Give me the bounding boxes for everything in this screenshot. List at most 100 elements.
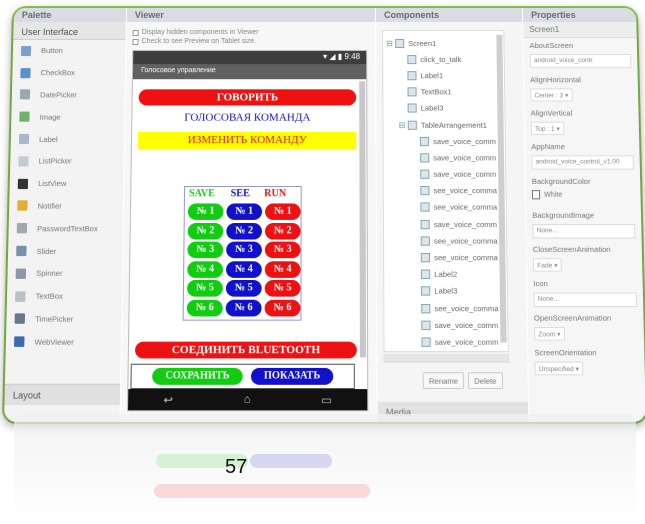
change-command-button[interactable]: ИЗМЕНИТЬ КОМАНДУ	[137, 131, 357, 150]
run-command-button-6[interactable]: № 6	[264, 299, 301, 317]
viewer-header: Viewer	[126, 8, 376, 22]
tree-node-label: save_voice_comm	[433, 153, 497, 163]
tree-node[interactable]: save_voice_comm	[387, 166, 506, 183]
palette-item-passwordtextbox[interactable]: PasswordTextBox	[8, 217, 122, 239]
wifi-icon: ▾	[323, 52, 328, 62]
save-command-button-2[interactable]: № 2	[187, 222, 224, 240]
palette-item-webviewer[interactable]: WebViewer	[6, 330, 121, 353]
palette-item-timepicker[interactable]: TimePicker	[6, 308, 121, 331]
property-value-field[interactable]: android_voice_contr	[529, 54, 632, 69]
recents-icon[interactable]: ▭	[321, 393, 332, 407]
run-command-button-2[interactable]: № 2	[264, 222, 301, 240]
tree-node-label: see_voice_comma	[434, 253, 498, 263]
palette-section-layout[interactable]: Layout	[4, 383, 121, 405]
tree-node[interactable]: Label1	[386, 68, 504, 84]
palette-item-notifier[interactable]: Notifier	[9, 195, 123, 217]
save-command-button-1[interactable]: № 1	[187, 203, 224, 220]
back-icon[interactable]: ↩	[163, 393, 173, 407]
palette-list: Button CheckBox DatePicker Image Label ListPi…	[6, 40, 126, 353]
checkbox-icon[interactable]	[132, 29, 139, 36]
property-color-picker[interactable]: White	[531, 190, 635, 200]
palette-item-spinner[interactable]: Spinner	[7, 262, 122, 285]
palette-item-checkbox[interactable]: CheckBox	[12, 62, 125, 84]
see-command-button-1[interactable]: № 1	[226, 203, 263, 220]
tree-node[interactable]: Label3	[387, 283, 507, 300]
property-dropdown[interactable]: Fade ▾	[532, 258, 562, 272]
save-command-button-6[interactable]: № 6	[186, 299, 223, 317]
property-dropdown[interactable]: Center : 3 ▾	[530, 88, 573, 102]
save-command-button-5[interactable]: № 5	[186, 280, 223, 298]
tree-node[interactable]: click_to_talk	[386, 51, 504, 67]
rename-button[interactable]: Rename	[422, 372, 465, 390]
component-icon	[419, 136, 430, 146]
delete-button[interactable]: Delete	[467, 372, 503, 390]
see-command-button-4[interactable]: № 4	[225, 261, 262, 278]
palette-item-textbox[interactable]: TextBox	[7, 285, 122, 308]
property-dropdown[interactable]: Zoom ▾	[534, 326, 565, 341]
property-value-field[interactable]: None...	[533, 292, 638, 308]
see-command-button-5[interactable]: № 5	[225, 280, 262, 298]
property-aboutscreen: AboutScreen android_voice_contr	[523, 38, 637, 72]
tree-node[interactable]: see_voice_comma	[387, 300, 507, 317]
palette-section-user-interface[interactable]: User Interface	[13, 21, 126, 41]
tree-toggle-icon[interactable]: ⊟	[386, 39, 395, 48]
tree-node-label: see_voice_comma	[433, 202, 498, 213]
viewer-scrollbar[interactable]	[359, 81, 367, 358]
hidden-components-checkbox[interactable]: Display hidden components in Viewer	[127, 28, 376, 37]
show-button[interactable]: ПОКАЗАТЬ	[250, 367, 334, 385]
tree-node[interactable]: save_voice_comm	[388, 334, 508, 351]
tree-node[interactable]: see_voice_comma	[387, 233, 506, 250]
tree-node[interactable]: save_voice_comm	[387, 133, 505, 149]
see-command-button-6[interactable]: № 6	[225, 299, 262, 317]
save-button[interactable]: СОХРАНИТЬ	[152, 367, 243, 385]
palette-item-listview[interactable]: ListView	[9, 172, 123, 194]
palette-item-label: CheckBox	[40, 68, 76, 78]
run-command-button-3[interactable]: № 3	[264, 241, 301, 259]
save-command-button-4[interactable]: № 4	[187, 261, 224, 278]
property-appname: AppName android_voice_control_v1.00	[525, 139, 640, 174]
property-value-field[interactable]: android_voice_control_v1.00	[531, 155, 634, 170]
tree-node[interactable]: Label3	[386, 100, 504, 116]
component-icon	[407, 87, 417, 97]
component-icon	[420, 219, 430, 229]
property-name: AlignVertical	[530, 108, 573, 118]
tree-node[interactable]: ⊟ Screen1	[386, 35, 503, 51]
property-dropdown[interactable]: Top : 1 ▾	[530, 121, 564, 135]
palette-item-image[interactable]: Image	[11, 106, 124, 128]
tree-toggle-icon[interactable]: ⊟	[399, 120, 408, 129]
palette-item-label[interactable]: Label	[11, 128, 125, 150]
palette-item-label: ListPicker	[38, 156, 72, 166]
tablet-preview-checkbox[interactable]: Check to see Preview on Tablet size.	[126, 37, 375, 46]
palette-item-button[interactable]: Button	[13, 40, 126, 62]
tree-node[interactable]: save_voice_comm	[387, 150, 506, 167]
run-command-button-4[interactable]: № 4	[264, 261, 301, 278]
home-icon[interactable]: ⌂	[244, 393, 251, 406]
connect-bluetooth-button[interactable]: СОЕДИНИТЬ BLUETOOTH	[134, 341, 357, 359]
property-dropdown[interactable]: Unspecified ▾	[534, 361, 584, 376]
tree-node[interactable]: TextBox1	[386, 84, 504, 100]
see-command-button-2[interactable]: № 2	[226, 222, 262, 240]
palette-item-slider[interactable]: Slider	[8, 240, 123, 263]
tree-node[interactable]: see_voice_comma	[387, 249, 506, 266]
run-command-button-5[interactable]: № 5	[264, 280, 301, 298]
see-command-button-3[interactable]: № 3	[226, 241, 262, 259]
save-command-button-3[interactable]: № 3	[187, 241, 224, 259]
run-command-button-1[interactable]: № 1	[265, 203, 301, 220]
palette-item-listpicker[interactable]: ListPicker	[10, 150, 124, 172]
property-alignhorizontal: AlignHorizontal Center : 3 ▾	[524, 72, 638, 105]
tree-node[interactable]: see_voice_comma	[387, 199, 506, 216]
tree-node[interactable]: see_voice_comma	[387, 183, 506, 200]
timepicker-icon	[14, 313, 26, 325]
tree-node[interactable]: save_voice_comm	[387, 317, 507, 334]
speak-button[interactable]: ГОВОРИТЬ	[138, 89, 357, 106]
tree-node[interactable]: Label2	[387, 266, 507, 283]
property-value-field[interactable]: None...	[532, 224, 636, 239]
tree-node-label: save_voice_comm	[434, 337, 499, 347]
tree-horizontal-scrollbar[interactable]	[383, 354, 509, 363]
button-icon	[20, 45, 32, 56]
palette-item-datepicker[interactable]: DatePicker	[12, 84, 125, 106]
tree-node[interactable]: ⊟ TableArrangement1	[387, 117, 505, 133]
checkbox-icon[interactable]	[132, 38, 139, 45]
phone-preview: ▾ ◢ ▮ 9:48 Голосовое управление ГОВОРИТЬ…	[126, 50, 369, 412]
tree-node[interactable]: save_voice_comm	[387, 216, 506, 233]
